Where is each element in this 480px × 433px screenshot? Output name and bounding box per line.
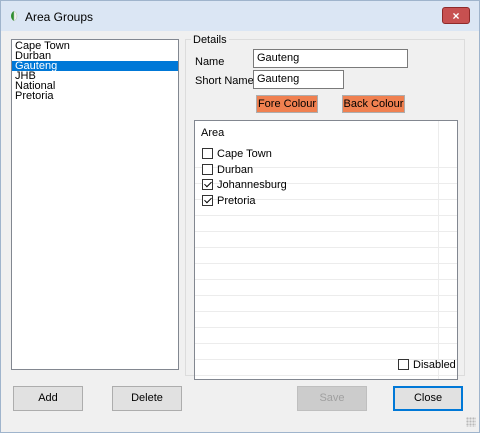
grid-row-line — [195, 231, 457, 232]
resize-grip-icon[interactable] — [466, 417, 476, 427]
area-checkbox[interactable] — [202, 148, 213, 159]
area-checkbox-row[interactable]: Durban — [202, 163, 254, 178]
name-label: Name — [195, 56, 225, 68]
disabled-checkbox-box[interactable] — [398, 359, 409, 370]
grid-row-line — [195, 375, 457, 376]
short-name-label: Short Name — [195, 75, 254, 87]
fore-colour-button[interactable]: Fore Colour — [256, 95, 318, 113]
area-groups-window: Area Groups × Cape Town Durban Gauteng JHB N… — [0, 0, 480, 433]
area-checkbox-label: Pretoria — [217, 194, 256, 207]
window-title: Area Groups — [25, 10, 94, 24]
area-checkbox-row[interactable]: Pretoria — [202, 194, 256, 209]
save-button[interactable]: Save — [297, 386, 367, 411]
add-button[interactable]: Add — [13, 386, 83, 411]
area-checkbox[interactable] — [202, 179, 213, 190]
area-checkbox-label: Cape Town — [217, 148, 272, 160]
close-icon[interactable]: × — [442, 7, 470, 24]
disabled-checkbox-label: Disabled — [413, 359, 456, 371]
leaf-icon — [11, 10, 18, 22]
grid-row-line — [195, 327, 457, 328]
grid-row-line — [195, 311, 457, 312]
short-name-field[interactable]: Gauteng — [253, 70, 344, 89]
list-item[interactable]: Pretoria — [12, 91, 178, 102]
area-column-header: Area — [201, 127, 225, 139]
close-button[interactable]: Close — [393, 386, 463, 411]
grid-row-line — [195, 343, 457, 344]
grid-row-line — [195, 263, 457, 264]
area-checkbox-label: Johannesburg — [217, 179, 287, 191]
grid-row-line — [195, 215, 457, 216]
grid-row-line — [195, 279, 457, 280]
grid-row-line — [195, 247, 457, 248]
list-item[interactable]: Gauteng — [12, 61, 178, 72]
disabled-checkbox[interactable]: Disabled — [398, 359, 456, 372]
details-group-title: Details — [191, 34, 229, 46]
title-bar[interactable]: Area Groups × — [1, 1, 479, 31]
area-checkbox-label: Durban — [217, 163, 254, 176]
area-grid[interactable]: Area Cape Town Durban Johannesburg Pretoria — [194, 120, 458, 380]
area-checkbox-row[interactable]: Cape Town — [202, 148, 272, 162]
area-checkbox[interactable] — [202, 194, 213, 206]
name-field[interactable]: Gauteng — [253, 49, 408, 68]
area-group-list[interactable]: Cape Town Durban Gauteng JHB National Pretori… — [11, 39, 179, 370]
client-area: Cape Town Durban Gauteng JHB National Pretori… — [1, 31, 479, 432]
grid-row-line — [195, 295, 457, 296]
area-checkbox[interactable] — [202, 163, 213, 175]
grid-column-line — [438, 121, 439, 379]
area-checkbox-row[interactable]: Johannesburg — [202, 179, 287, 193]
delete-button[interactable]: Delete — [112, 386, 182, 411]
back-colour-button[interactable]: Back Colour — [342, 95, 405, 113]
